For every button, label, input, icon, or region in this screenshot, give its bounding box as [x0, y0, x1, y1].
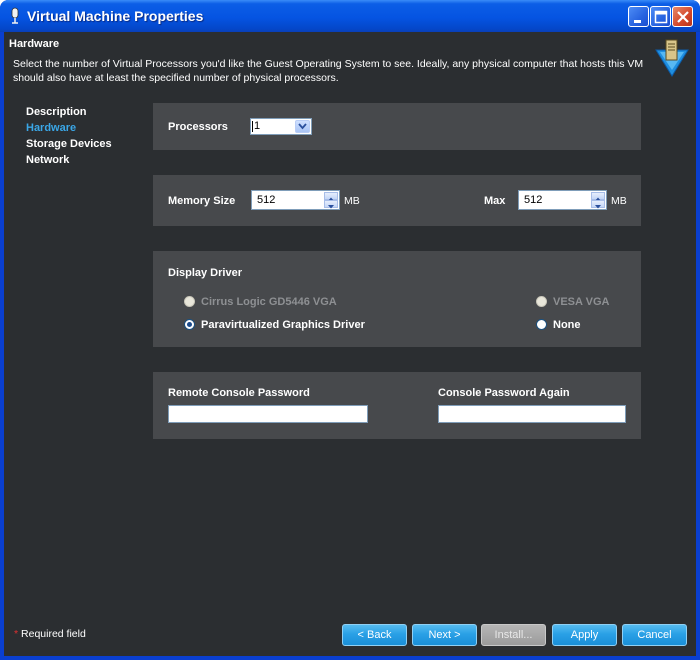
title-bar[interactable]: Virtual Machine Properties — [0, 0, 700, 32]
page-description: Select the number of Virtual Processors … — [13, 58, 644, 84]
display-driver-label: Display Driver — [168, 267, 242, 279]
memory-max-decrement[interactable] — [591, 200, 605, 209]
memory-size-label: Memory Size — [168, 195, 236, 207]
server-diamond-icon — [655, 39, 689, 77]
console-password-panel: Remote Console Password Console Password… — [153, 372, 641, 439]
console-password-again-label: Console Password Again — [438, 387, 570, 399]
back-button[interactable]: < Back — [342, 624, 407, 646]
maximize-button[interactable] — [650, 6, 671, 27]
close-icon — [677, 11, 689, 23]
nav-item-hardware[interactable]: Hardware — [26, 120, 112, 136]
memory-size-unit: MB — [344, 195, 360, 207]
maximize-icon — [654, 10, 668, 24]
minimize-button[interactable] — [628, 6, 649, 27]
console-password-input[interactable] — [168, 405, 368, 423]
memory-size-increment[interactable] — [324, 192, 338, 201]
dropdown-button[interactable] — [295, 120, 310, 133]
radio-selected-dot — [187, 322, 192, 327]
window-title: Virtual Machine Properties — [27, 8, 204, 24]
display-driver-panel: Display Driver Cirrus Logic GD5446 VGA V… — [153, 251, 641, 347]
console-password-again-input[interactable] — [438, 405, 626, 423]
chevron-down-icon — [328, 205, 334, 209]
memory-size-spinner[interactable]: 512 — [251, 190, 340, 210]
radio-vesa-vga — [536, 296, 547, 307]
install-button: Install... — [481, 624, 546, 646]
text-cursor — [252, 121, 253, 132]
window: Virtual Machine Properties Hardware Sele… — [0, 0, 700, 660]
radio-label-paravirtualized[interactable]: Paravirtualized Graphics Driver — [201, 319, 365, 331]
close-button[interactable] — [672, 6, 693, 27]
content-area: Hardware Select the number of Virtual Pr… — [4, 32, 696, 656]
processors-value: 1 — [254, 120, 261, 132]
radio-none[interactable] — [536, 319, 547, 330]
console-password-label: Remote Console Password — [168, 387, 310, 399]
memory-max-value: 512 — [524, 194, 543, 206]
page-title: Hardware — [9, 38, 60, 50]
microphone-icon — [11, 7, 19, 24]
memory-panel: Memory Size 512 MB Max 512 MB — [153, 175, 641, 226]
cancel-button[interactable]: Cancel — [622, 624, 687, 646]
required-star: * — [14, 628, 19, 640]
radio-label-vesa-vga: VESA VGA — [553, 296, 610, 308]
radio-label-none[interactable]: None — [553, 319, 581, 331]
required-field-text: Required field — [21, 628, 86, 640]
processors-panel: Processors 1 — [153, 103, 641, 150]
memory-max-label: Max — [484, 195, 506, 207]
memory-max-increment[interactable] — [591, 192, 605, 201]
radio-paravirtualized[interactable] — [184, 319, 195, 330]
nav-item-network[interactable]: Network — [26, 152, 112, 168]
nav-item-storage-devices[interactable]: Storage Devices — [26, 136, 112, 152]
chevron-down-icon — [298, 123, 307, 130]
memory-size-decrement[interactable] — [324, 200, 338, 209]
wizard-nav: Description Hardware Storage Devices Net… — [26, 104, 112, 168]
nav-item-description[interactable]: Description — [26, 104, 112, 120]
chevron-down-icon — [595, 205, 601, 209]
memory-max-spinner[interactable]: 512 — [518, 190, 607, 210]
apply-button[interactable]: Apply — [552, 624, 617, 646]
processors-select[interactable]: 1 — [250, 118, 312, 135]
memory-size-value: 512 — [257, 194, 276, 206]
required-field-note: * Required field — [14, 628, 86, 640]
radio-label-cirrus-logic: Cirrus Logic GD5446 VGA — [201, 296, 337, 308]
memory-max-unit: MB — [611, 195, 627, 207]
radio-cirrus-logic — [184, 296, 195, 307]
next-button[interactable]: Next > — [412, 624, 477, 646]
processors-label: Processors — [168, 121, 228, 133]
minimize-icon — [634, 20, 641, 23]
